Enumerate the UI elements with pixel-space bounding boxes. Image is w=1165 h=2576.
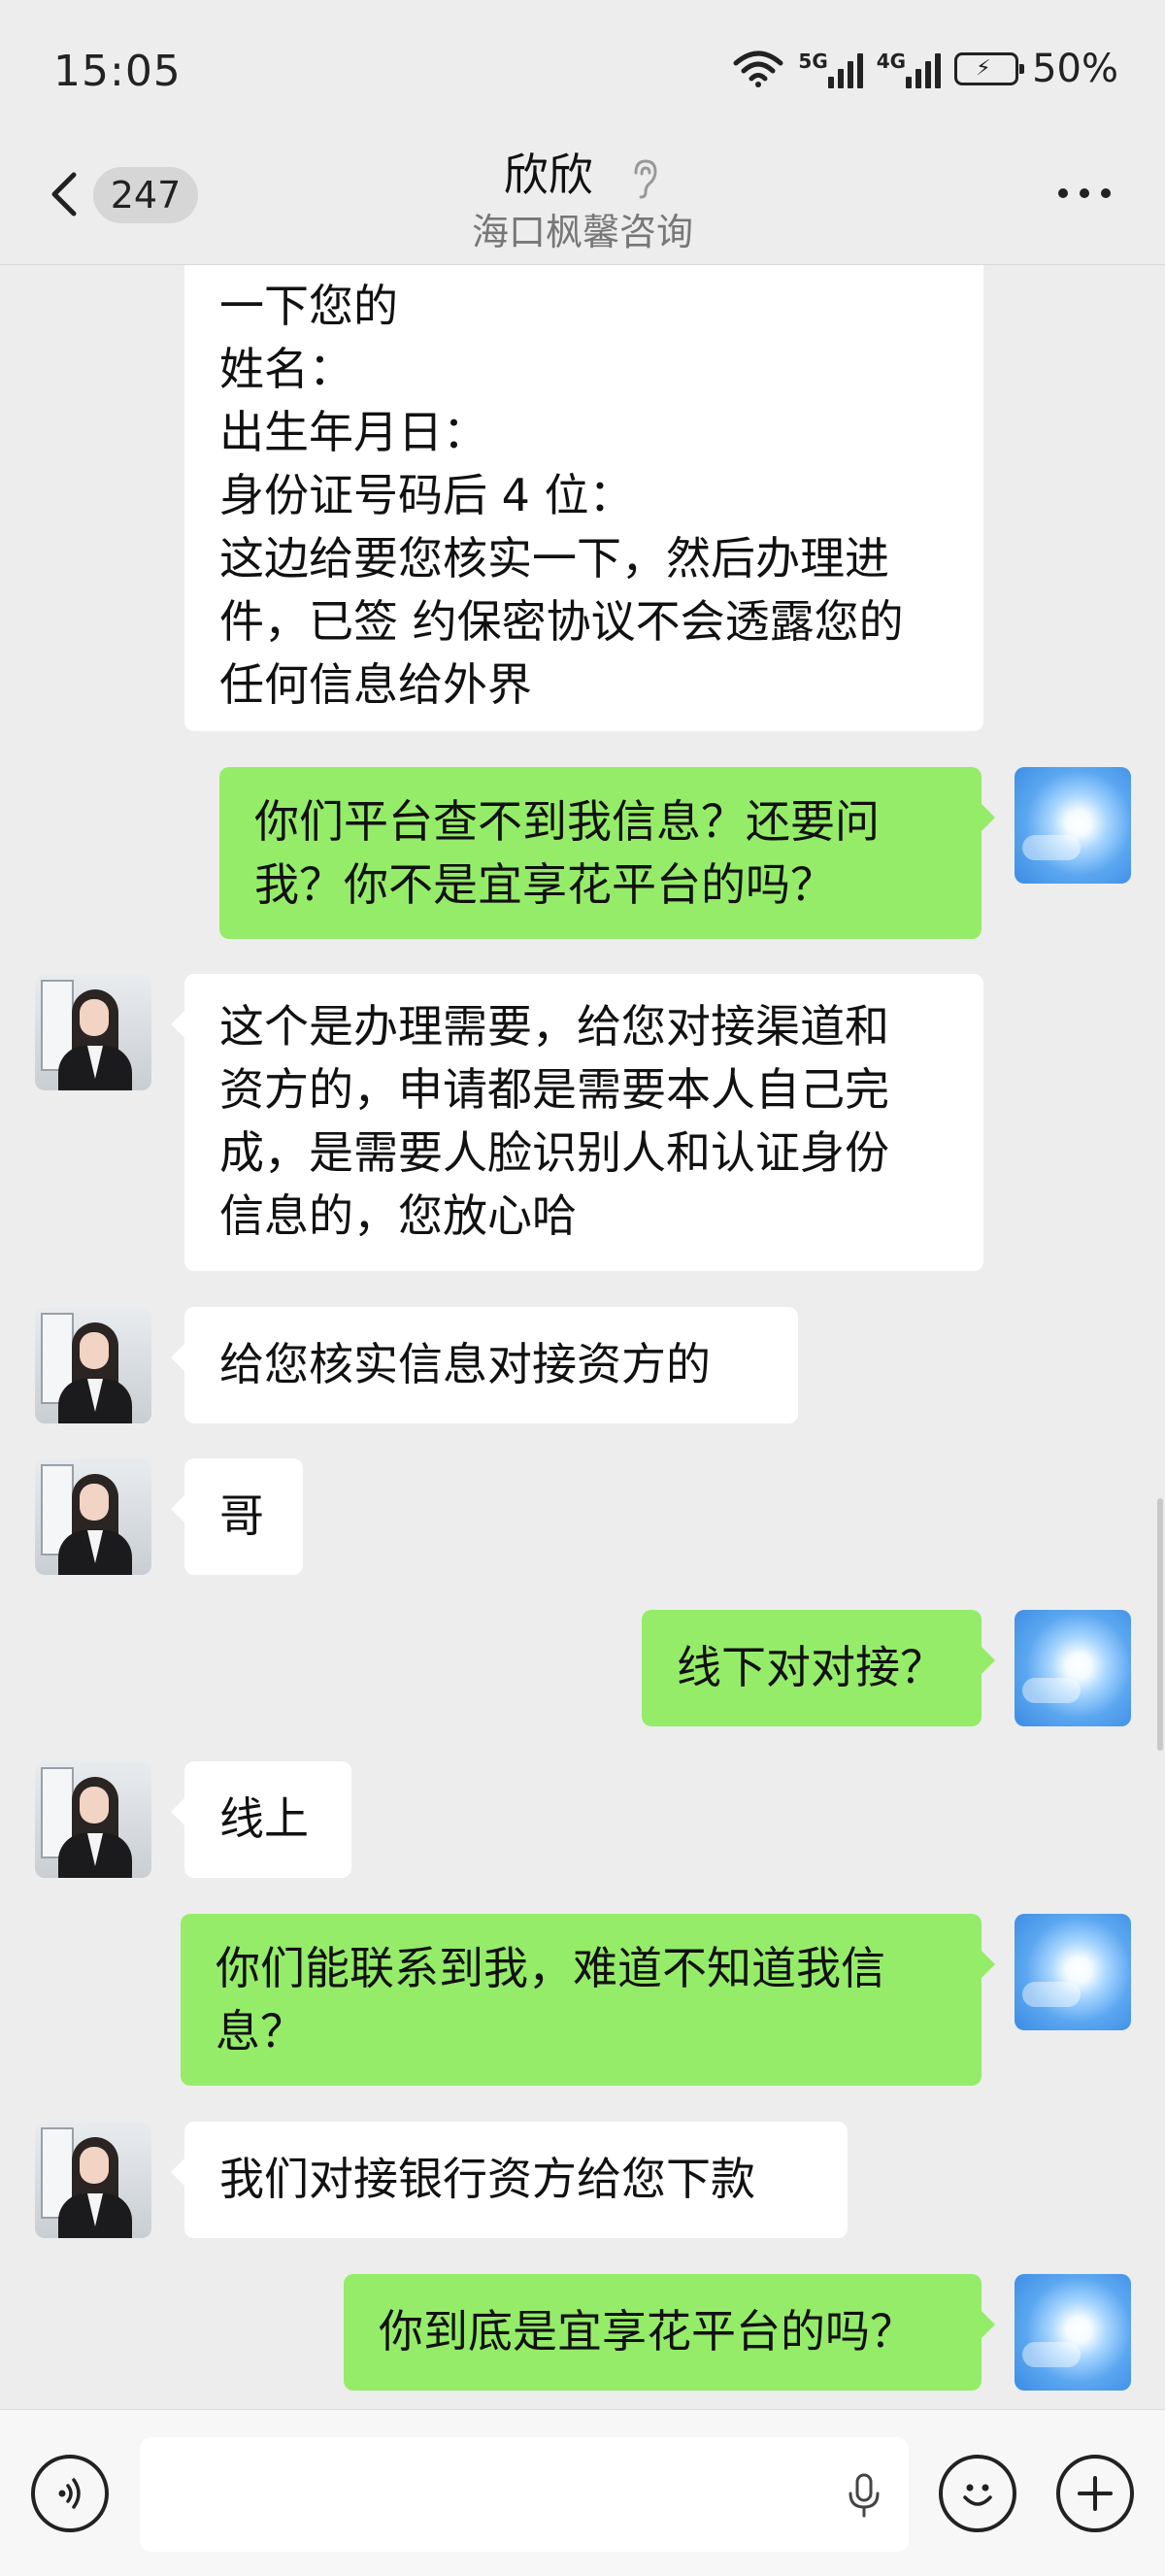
scrollbar-thumb[interactable] xyxy=(1157,1498,1163,1751)
battery-percent: 50% xyxy=(1032,47,1118,91)
message-input[interactable] xyxy=(140,2437,909,2552)
message-line: 给您核实信息对接资方的 xyxy=(219,1338,711,1390)
message-line: 息？ xyxy=(216,2005,305,2057)
message-line: 我？你不是宜享花平台的吗？ xyxy=(254,858,835,911)
message-line: 线上 xyxy=(219,1792,309,1845)
voice-mode-button[interactable] xyxy=(31,2455,109,2532)
chat-title-row: 欣欣 xyxy=(0,140,1165,204)
status-time: 15:05 xyxy=(53,47,182,96)
message-list[interactable]: 一下您的 姓名： 出生年月日： 身份证号码后 4 位： 这边给要您核实一下，然后… xyxy=(0,265,1165,2408)
status-icons: 5G 4G ⚡ 50% xyxy=(732,47,1118,91)
message-line: 线下对对接？ xyxy=(677,1641,945,1693)
message-bubble-incoming[interactable]: 哥 xyxy=(171,1458,303,1575)
wifi-icon xyxy=(733,50,783,87)
message-bubble-outgoing[interactable]: 你们平台查不到我信息？还要问 我？你不是宜享花平台的吗？ xyxy=(219,767,995,939)
message-line: 你到底是宜享花平台的吗？ xyxy=(379,2305,915,2358)
input-bar xyxy=(0,2409,1165,2576)
message-line: 我们对接银行资方给您下款 xyxy=(219,2153,755,2205)
microphone-icon[interactable] xyxy=(845,2472,883,2519)
plus-button[interactable] xyxy=(1056,2455,1134,2532)
message-bubble-incoming[interactable]: 我们对接银行资方给您下款 xyxy=(171,2122,848,2238)
my-avatar[interactable] xyxy=(1015,1914,1131,2030)
message-line: 你们能联系到我，难道不知道我信 xyxy=(216,1942,885,1994)
message-line: 这个是办理需要，给您对接渠道和 xyxy=(219,1000,889,1053)
message-line: 身份证号码后 4 位： xyxy=(219,469,634,521)
more-dots-icon[interactable] xyxy=(1058,179,1126,208)
contact-avatar[interactable] xyxy=(35,1761,151,1878)
network-5g-label: 5G xyxy=(798,50,828,73)
network-4g-label: 4G xyxy=(876,50,907,73)
message-bubble-incoming[interactable]: 这个是办理需要，给您对接渠道和 资方的，申请都是需要本人自己完 成，是需要人脸识… xyxy=(171,974,983,1271)
emoji-icon xyxy=(963,2484,992,2506)
contact-avatar[interactable] xyxy=(35,2122,151,2238)
my-avatar[interactable] xyxy=(1015,767,1131,884)
message-line: 一下您的 xyxy=(219,280,398,332)
my-avatar[interactable] xyxy=(1015,2274,1131,2391)
contact-avatar[interactable] xyxy=(35,974,151,1090)
cellular-signal-5g-icon: 5G xyxy=(798,50,863,88)
earpiece-mode-icon xyxy=(634,158,657,198)
message-line: 出生年月日： xyxy=(219,406,487,458)
my-avatar[interactable] xyxy=(1015,1610,1131,1726)
battery-icon: ⚡ xyxy=(954,52,1025,85)
message-line: 任何信息给外界 xyxy=(219,658,532,711)
emoji-button[interactable] xyxy=(939,2455,1016,2532)
message-line: 信息的，您放心哈 xyxy=(219,1189,577,1242)
contact-avatar[interactable] xyxy=(35,1307,151,1423)
contact-avatar[interactable] xyxy=(35,1458,151,1575)
chat-subtitle: 海口枫馨咨询 xyxy=(471,211,693,253)
cellular-signal-4g-icon: 4G xyxy=(876,50,942,88)
status-bar: 15:05 5G 4G ⚡ 50% xyxy=(0,0,1165,146)
message-line: 成，是需要人脸识别人和认证身份 xyxy=(219,1126,889,1179)
message-line: 姓名： xyxy=(219,343,353,395)
chat-header: 247 欣欣 海口枫馨咨询 xyxy=(0,146,1165,265)
message-line: 你们平台查不到我信息？还要问 xyxy=(254,795,880,848)
message-line: 件，已签 约保密协议不会透露您的 xyxy=(219,595,904,648)
message-line: 这边给要您核实一下，然后办理进 xyxy=(219,532,889,585)
message-bubble-outgoing[interactable]: 你到底是宜享花平台的吗？ xyxy=(344,2274,995,2391)
plus-icon xyxy=(1078,2476,1113,2511)
message-line: 哥 xyxy=(219,1489,264,1542)
voice-mode-icon xyxy=(58,2478,81,2509)
message-bubble-outgoing[interactable]: 你们能联系到我，难道不知道我信 息？ xyxy=(181,1914,995,2086)
message-bubble-incoming[interactable]: 给您核实信息对接资方的 xyxy=(171,1307,798,1423)
message-bubble-incoming[interactable]: 一下您的 姓名： 出生年月日： 身份证号码后 4 位： 这边给要您核实一下，然后… xyxy=(184,265,983,731)
message-bubble-incoming[interactable]: 线上 xyxy=(171,1761,351,1878)
chat-title: 欣欣 xyxy=(503,149,593,201)
message-line: 资方的，申请都是需要本人自己完 xyxy=(219,1063,889,1116)
message-bubble-outgoing[interactable]: 线下对对接？ xyxy=(642,1610,995,1726)
